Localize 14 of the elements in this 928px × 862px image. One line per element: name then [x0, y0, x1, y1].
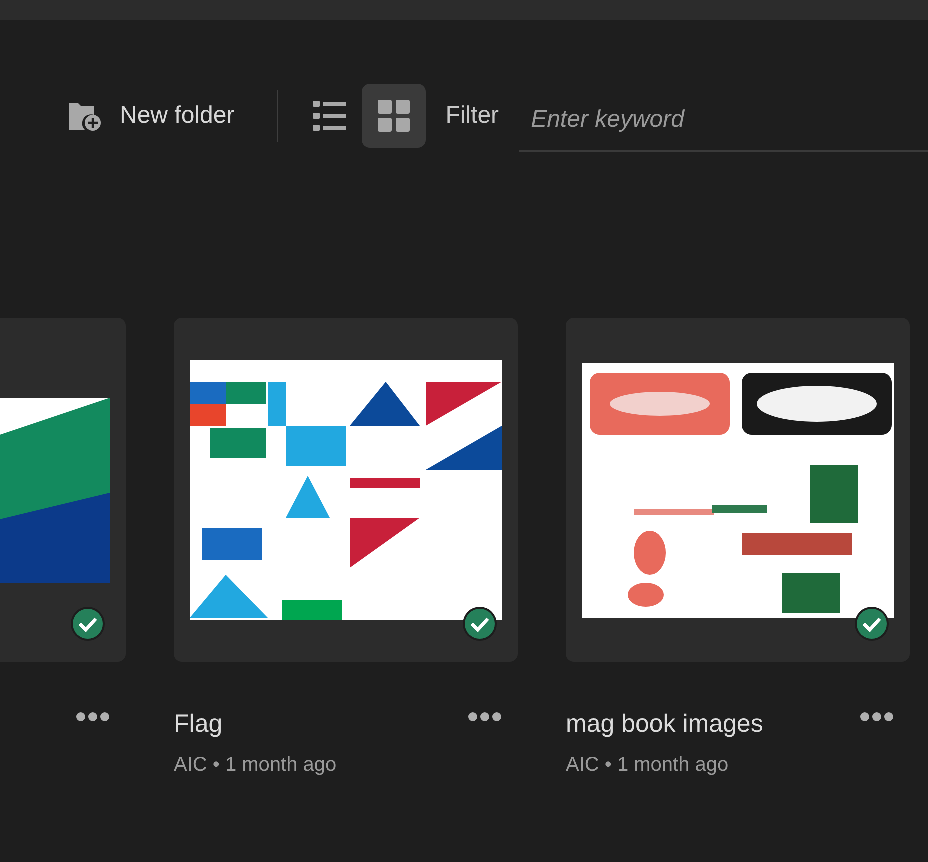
more-icon [76, 712, 110, 722]
filter-label: Filter [446, 102, 500, 130]
list-icon [312, 100, 347, 132]
card-title: mag book images [566, 710, 764, 739]
new-folder-button[interactable]: New folder [68, 100, 235, 132]
folder-plus-icon [68, 100, 102, 132]
more-icon [860, 712, 894, 722]
grid-icon [378, 100, 410, 132]
card-meta: AIC • 1 month ago [174, 754, 338, 777]
filter-field[interactable]: Enter keyword [519, 90, 928, 152]
card-meta: AIC • 1 month ago [566, 754, 730, 777]
more-icon [468, 712, 502, 722]
card-title: Flag [174, 710, 223, 739]
grid-view-button[interactable] [362, 84, 426, 148]
